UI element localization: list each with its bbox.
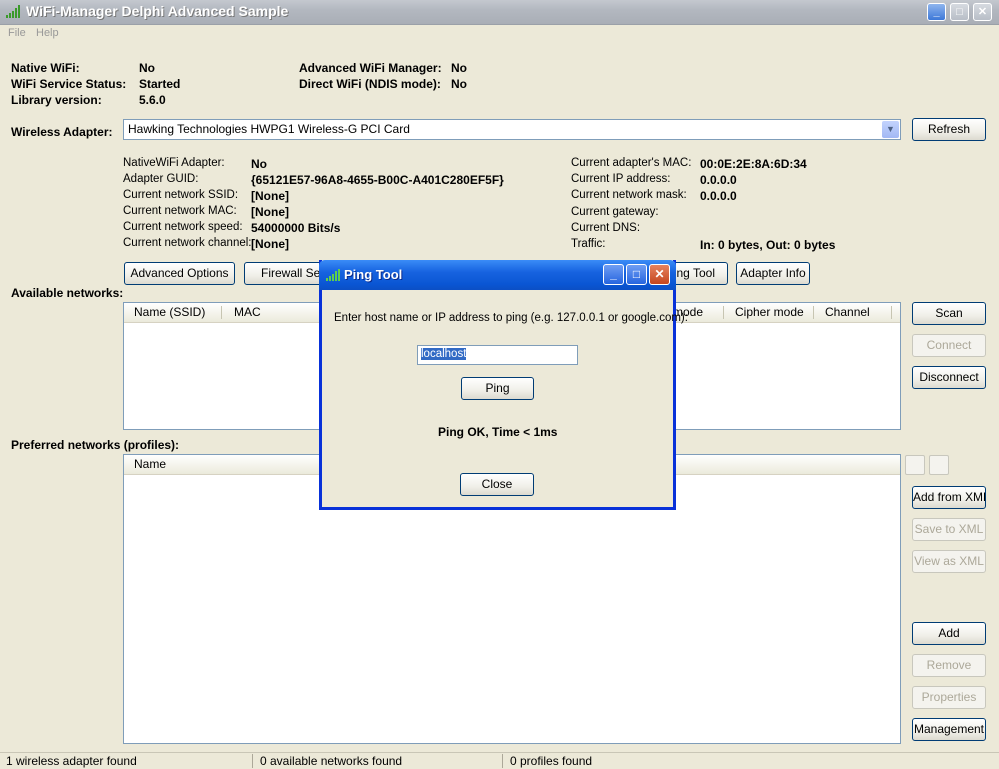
minimize-button[interactable]: _ [927, 3, 946, 21]
title-bar[interactable]: WiFi-Manager Delphi Advanced Sample _ □ … [0, 0, 999, 25]
dialog-minimize-button[interactable]: _ [603, 264, 624, 285]
detail-label: Current network speed: [123, 221, 243, 233]
menu-file[interactable]: File [8, 27, 26, 39]
native-wifi-value: No [139, 61, 155, 75]
dialog-close-text-button[interactable]: Close [460, 473, 534, 496]
column-divider[interactable] [891, 306, 892, 319]
detail-value: In: 0 bytes, Out: 0 bytes [700, 238, 836, 252]
column-header[interactable]: Name [134, 457, 166, 471]
column-divider[interactable] [723, 306, 724, 319]
add-profile-button[interactable]: Add [912, 622, 986, 645]
move-up-button[interactable] [905, 455, 925, 475]
status-divider [252, 754, 253, 768]
status-adapters: 1 wireless adapter found [6, 754, 137, 768]
host-input[interactable]: localhost [417, 345, 578, 365]
service-status-value: Started [139, 77, 181, 91]
detail-label: Current DNS: [571, 222, 641, 234]
detail-label: Current adapter's MAC: [571, 157, 692, 169]
column-header[interactable]: Channel [825, 305, 870, 319]
detail-label: Traffic: [571, 238, 606, 250]
library-version-value: 5.6.0 [139, 93, 166, 107]
detail-label: Adapter GUID: [123, 173, 199, 185]
dialog-title: Ping Tool [344, 267, 403, 282]
dialog-close-button[interactable]: ✕ [649, 264, 670, 285]
dialog-title-bar[interactable]: Ping Tool _ □ ✕ [319, 260, 676, 290]
wireless-adapter-value: Hawking Technologies HWPG1 Wireless-G PC… [128, 122, 410, 136]
column-header[interactable]: MAC [234, 305, 261, 319]
save-to-xml-button[interactable]: Save to XML [912, 518, 986, 541]
detail-value: 54000000 Bits/s [251, 221, 341, 235]
detail-label: Current network MAC: [123, 205, 237, 217]
ping-button[interactable]: Ping [461, 377, 534, 400]
maximize-button[interactable]: □ [950, 3, 969, 21]
advanced-manager-label: Advanced WiFi Manager: [299, 61, 442, 75]
advanced-manager-value: No [451, 61, 467, 75]
move-down-button[interactable] [929, 455, 949, 475]
ping-result: Ping OK, Time < 1ms [438, 425, 558, 439]
status-divider [502, 754, 503, 768]
refresh-button[interactable]: Refresh [912, 118, 986, 141]
window-title: WiFi-Manager Delphi Advanced Sample [26, 3, 289, 19]
detail-label: Current network mask: [571, 189, 687, 201]
wireless-adapter-label: Wireless Adapter: [11, 125, 113, 139]
detail-label: Current network SSID: [123, 189, 239, 201]
properties-button[interactable]: Properties [912, 686, 986, 709]
detail-label: Current gateway: [571, 206, 659, 218]
management-button[interactable]: Management [912, 718, 986, 741]
service-status-label: WiFi Service Status: [11, 77, 127, 91]
advanced-options-button[interactable]: Advanced Options [124, 262, 235, 285]
wireless-adapter-select[interactable]: Hawking Technologies HWPG1 Wireless-G PC… [123, 119, 901, 140]
direct-wifi-label: Direct WiFi (NDIS mode): [299, 77, 441, 91]
detail-value: 0.0.0.0 [700, 173, 737, 187]
dialog-maximize-button[interactable]: □ [626, 264, 647, 285]
detail-value: 00:0E:2E:8A:6D:34 [700, 157, 807, 171]
host-input-value: localhost [421, 348, 467, 360]
detail-label: Current IP address: [571, 173, 671, 185]
column-divider[interactable] [813, 306, 814, 319]
view-as-xml-button[interactable]: View as XML [912, 550, 986, 573]
remove-profile-button[interactable]: Remove [912, 654, 986, 677]
detail-value: {65121E57-96A8-4655-B00C-A401C280EF5F} [251, 173, 504, 187]
wifi-signal-icon [6, 5, 20, 18]
add-from-xml-button[interactable]: Add from XML [912, 486, 986, 509]
detail-value: [None] [251, 237, 289, 251]
direct-wifi-value: No [451, 77, 467, 91]
close-button[interactable]: ✕ [973, 3, 992, 21]
scan-button[interactable]: Scan [912, 302, 986, 325]
detail-label: Current network channel: [123, 237, 252, 249]
column-divider[interactable] [221, 306, 222, 319]
detail-value: [None] [251, 189, 289, 203]
status-networks: 0 available networks found [260, 754, 403, 768]
detail-value: No [251, 157, 267, 171]
menu-help[interactable]: Help [36, 27, 59, 39]
wifi-signal-icon [326, 269, 340, 281]
ping-tool-dialog: Ping Tool _ □ ✕ Enter host name or IP ad… [319, 260, 688, 510]
native-wifi-label: Native WiFi: [11, 61, 80, 75]
column-header[interactable]: Cipher mode [735, 305, 804, 319]
menu-bar: File Help [0, 25, 999, 44]
preferred-networks-label: Preferred networks (profiles): [11, 438, 180, 452]
adapter-info-button[interactable]: Adapter Info [736, 262, 810, 285]
column-header[interactable]: Name (SSID) [134, 305, 205, 319]
ping-prompt: Enter host name or IP address to ping (e… [334, 312, 688, 324]
library-version-label: Library version: [11, 93, 102, 107]
disconnect-button[interactable]: Disconnect [912, 366, 986, 389]
connect-button[interactable]: Connect [912, 334, 986, 357]
chevron-down-icon[interactable]: ▼ [882, 121, 899, 138]
detail-value: [None] [251, 205, 289, 219]
status-profiles: 0 profiles found [510, 754, 593, 768]
detail-label: NativeWiFi Adapter: [123, 157, 225, 169]
available-networks-label: Available networks: [11, 286, 124, 300]
detail-value: 0.0.0.0 [700, 189, 737, 203]
status-bar: 1 wireless adapter found 0 available net… [0, 752, 999, 769]
